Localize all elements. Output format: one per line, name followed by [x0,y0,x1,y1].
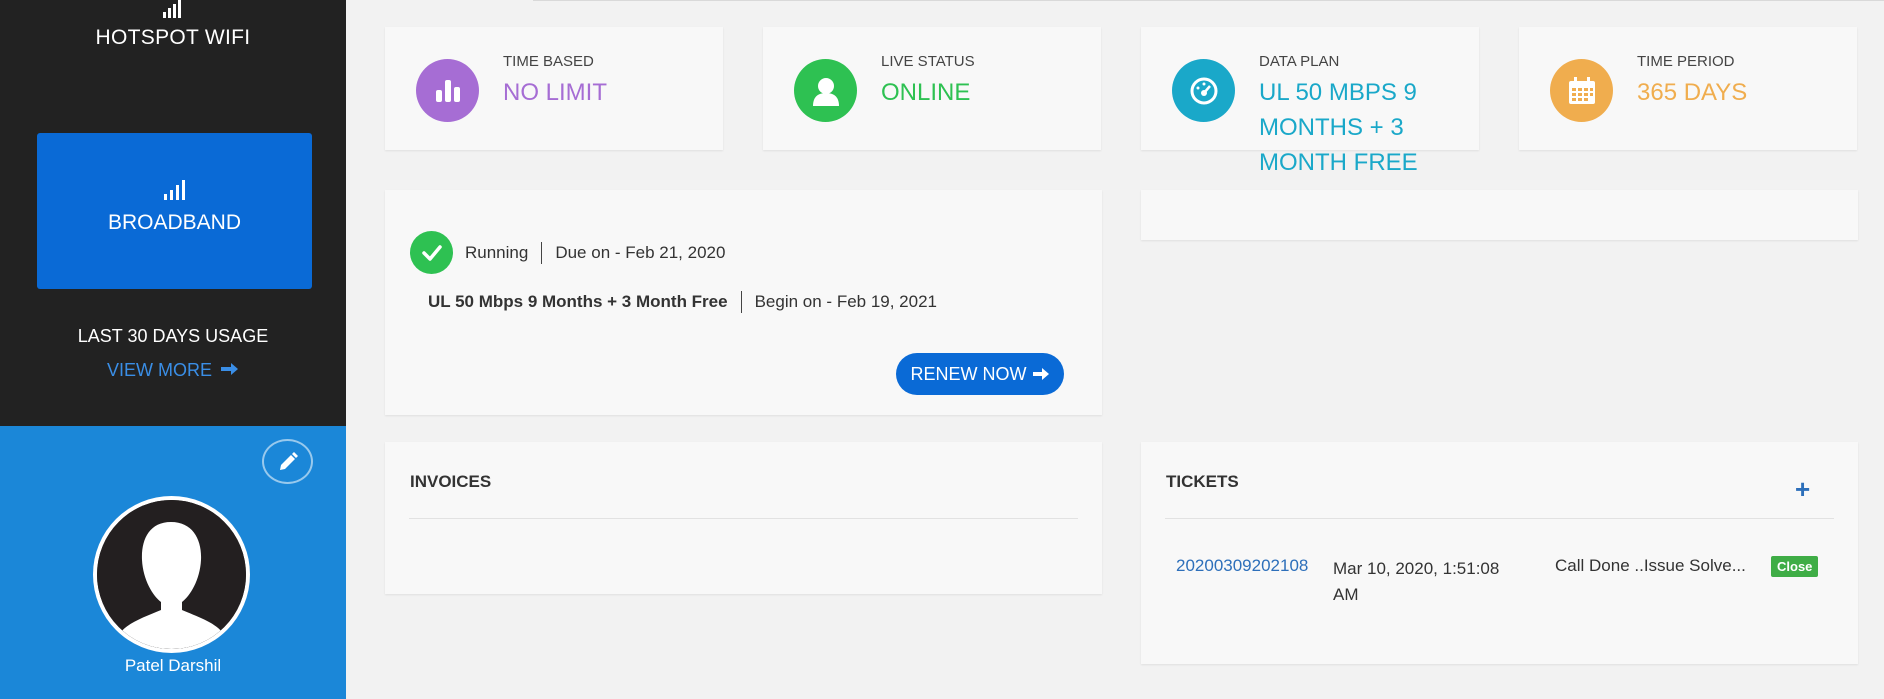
stat-value: ONLINE [881,79,971,106]
separator [541,242,543,264]
avatar [93,496,250,653]
separator [740,291,742,313]
view-more-label: VIEW MORE [106,360,212,380]
tickets-card: TICKETS + 20200309202108 Mar 10, 2020, 1… [1141,442,1858,664]
add-ticket-button[interactable]: + [1795,474,1810,505]
ticket-description: Call Done ..Issue Solve... [1555,556,1746,575]
plan-status-card: Running Due on - Feb 21, 2020 UL 50 Mbps… [385,190,1102,415]
user-silhouette-icon [97,500,246,649]
stat-card-time-period: TIME PERIOD 365 DAYS [1519,27,1857,150]
signal-icon [163,0,181,18]
divider [1165,518,1834,519]
invoices-title: INVOICES [410,472,492,491]
stat-card-time-based: TIME BASED NO LIMIT [385,27,723,150]
plan-status: Running [465,243,529,262]
stat-label: TIME BASED [503,53,594,70]
sidebar: HOTSPOT WIFI BROADBAND LAST 30 DAYS USAG… [0,0,346,699]
arrow-right-icon [1032,368,1049,380]
begin-date: Begin on - Feb 19, 2021 [754,292,938,311]
ticket-id-link[interactable]: 20200309202108 [1176,556,1308,576]
invoices-card: INVOICES [385,442,1102,594]
renew-label: RENEW NOW [910,363,1027,384]
usage-label: LAST 30 DAYS USAGE [77,326,269,346]
sidebar-menu: HOTSPOT WIFI BROADBAND LAST 30 DAYS USAG… [0,0,346,426]
bar-chart-icon [416,59,479,122]
status-badge: Close [1771,556,1819,577]
stat-card-data-plan: DATA PLAN UL 50 MBPS 9 MONTHS + 3 MONTH … [1141,27,1479,176]
broadband-item[interactable]: BROADBAND [37,133,312,289]
signal-icon [164,180,185,200]
renew-now-button[interactable]: RENEW NOW [896,353,1064,395]
stat-label: DATA PLAN [1259,53,1340,70]
plan-line: UL 50 Mbps 9 Months + 3 Month Free Begin… [428,291,937,313]
due-date: Due on - Feb 21, 2020 [555,243,726,262]
check-icon [410,231,453,274]
tickets-title: TICKETS [1166,472,1239,491]
speedometer-icon [1172,59,1235,122]
stat-label: LIVE STATUS [881,53,975,70]
edit-profile-button[interactable] [262,439,313,484]
plan-name: UL 50 Mbps 9 Months + 3 Month Free [428,292,728,311]
stat-value: 365 DAYS [1637,79,1748,106]
view-more-link[interactable]: VIEW MORE [0,360,346,381]
calendar-icon [1550,59,1613,122]
stat-value: NO LIMIT [503,79,608,106]
stat-label: TIME PERIOD [1637,53,1735,70]
profile-name: Patel Darshil [124,656,222,675]
pencil-icon [279,451,298,470]
empty-panel [1141,190,1858,240]
profile-panel: Patel Darshil [0,426,346,699]
status-line: Running Due on - Feb 21, 2020 [465,242,725,264]
ticket-date: Mar 10, 2020, 1:51:08 AM [1333,559,1500,604]
divider [409,518,1078,519]
stat-value: UL 50 MBPS 9 MONTHS + 3 MONTH FREE [1259,79,1418,176]
arrow-right-icon [221,363,239,375]
broadband-label: BROADBAND [107,211,242,234]
hotspot-wifi-item[interactable]: HOTSPOT WIFI [0,26,346,50]
top-divider [533,0,1884,1]
user-icon [794,59,857,122]
stat-card-live-status: LIVE STATUS ONLINE [763,27,1101,150]
